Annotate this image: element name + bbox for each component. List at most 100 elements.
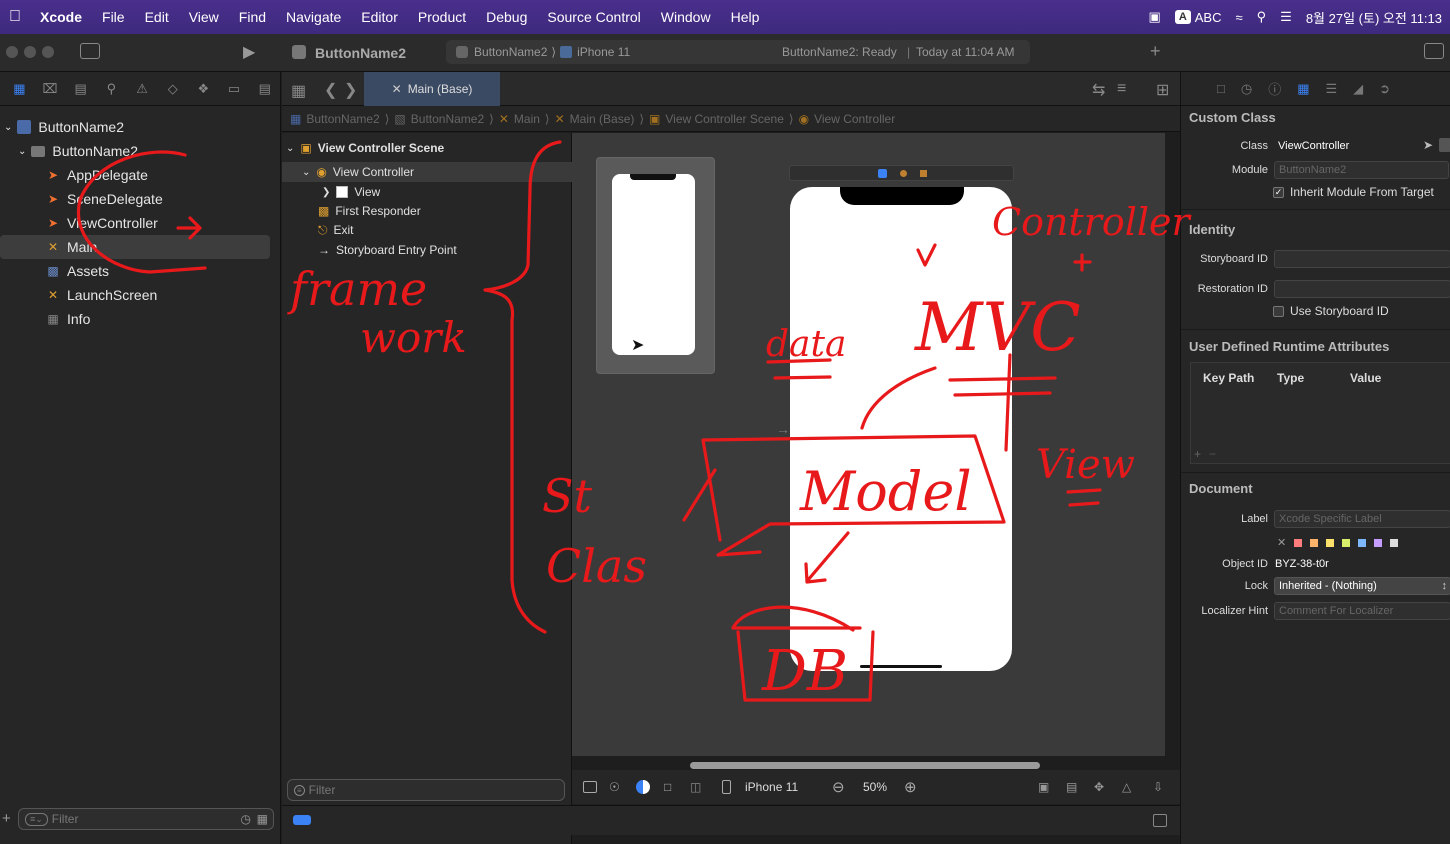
tree-file-assets[interactable]: ▩ Assets xyxy=(46,259,109,283)
view-controller-device[interactable] xyxy=(790,187,1012,671)
tree-file-launchscreen[interactable]: ✕ LaunchScreen xyxy=(46,283,157,307)
jump-item-scene[interactable]: View Controller Scene xyxy=(665,112,784,126)
adjust-editor-icon[interactable]: ⇆ xyxy=(1092,80,1105,100)
menu-clock[interactable]: 8월 27일 (토) 오전 11:13 xyxy=(1306,8,1442,27)
restoration-id-field[interactable] xyxy=(1274,280,1450,298)
label-color-swatch[interactable] xyxy=(1390,538,1399,547)
outline-view-controller[interactable]: ⌄ ◉ View Controller xyxy=(282,162,572,182)
menu-product[interactable]: Product xyxy=(408,9,476,25)
zoom-in-icon[interactable]: ⊕ xyxy=(904,778,917,796)
outline-filter-field[interactable]: ≡ Filter xyxy=(287,779,565,801)
runtime-attributes-table[interactable]: Key Path Type Value + − xyxy=(1190,362,1450,464)
add-attribute-icon[interactable]: + xyxy=(1194,447,1201,461)
orientation-icon[interactable]: □ xyxy=(664,780,671,794)
module-field[interactable]: ButtonName2 xyxy=(1274,161,1449,179)
class-dropdown-icon[interactable] xyxy=(1439,138,1450,152)
resolve-issues-icon[interactable]: △ xyxy=(1122,780,1131,794)
align-icon[interactable]: ▤ xyxy=(1066,780,1077,794)
tree-file-info[interactable]: ▦ Info xyxy=(46,307,90,331)
debug-area-toggle-icon[interactable] xyxy=(293,815,311,825)
symbol-navigator-icon[interactable]: ▤ xyxy=(65,81,96,97)
class-go-icon[interactable]: ➤ xyxy=(1423,138,1433,152)
menu-source-control[interactable]: Source Control xyxy=(537,9,650,25)
storyboard-id-field[interactable] xyxy=(1274,250,1450,268)
screen-recording-icon[interactable]: ▣ xyxy=(1149,9,1161,25)
outline-first-responder[interactable]: ▩ First Responder xyxy=(318,201,421,221)
jump-item-group[interactable]: ButtonName2 xyxy=(411,112,484,126)
help-inspector-icon[interactable]: ⓘ xyxy=(1268,79,1281,98)
menu-navigate[interactable]: Navigate xyxy=(276,9,351,25)
connections-inspector-icon[interactable]: ➲ xyxy=(1379,81,1390,97)
tree-project-root[interactable]: ⌄ ButtonName2 xyxy=(4,115,124,139)
dock-first-responder-icon[interactable] xyxy=(900,170,907,177)
back-button[interactable]: ❮ xyxy=(324,80,337,100)
menu-app-name[interactable]: Xcode xyxy=(30,9,92,25)
test-navigator-icon[interactable]: ◇ xyxy=(157,81,188,97)
tree-file-viewcontroller[interactable]: ➤ ViewController xyxy=(46,211,158,235)
outline-view[interactable]: ❯ View xyxy=(322,182,380,202)
source-control-filter-icon[interactable]: ▦ xyxy=(257,812,268,826)
menu-help[interactable]: Help xyxy=(721,9,770,25)
input-source[interactable]: A ABC xyxy=(1174,10,1222,25)
file-inspector-icon[interactable]: □ xyxy=(1217,81,1225,96)
scene-dock[interactable] xyxy=(789,165,1014,181)
lock-popup[interactable]: Inherited - (Nothing) ↕ xyxy=(1274,577,1450,595)
accessibility-icon[interactable]: ☉ xyxy=(609,780,620,794)
attributes-inspector-icon[interactable]: ☰ xyxy=(1326,81,1338,97)
col-key-path[interactable]: Key Path xyxy=(1203,371,1254,385)
label-color-swatch[interactable] xyxy=(1294,538,1303,547)
tab-main-base[interactable]: ✕ Main (Base) xyxy=(364,72,500,106)
device-selector[interactable]: iPhone 11 xyxy=(577,45,630,59)
debug-navigator-icon[interactable]: ❖ xyxy=(188,81,219,97)
forward-button[interactable]: ❯ xyxy=(344,80,357,100)
label-color-swatch[interactable] xyxy=(1358,538,1367,547)
navigator-filter-field[interactable]: ≡⌄ Filter ◷ ▦ xyxy=(18,808,274,830)
jump-item-vc[interactable]: View Controller xyxy=(814,112,895,126)
split-editor-icon[interactable]: ⊞ xyxy=(1156,80,1169,100)
dock-exit-icon[interactable] xyxy=(920,170,927,177)
appearance-icon[interactable] xyxy=(636,780,650,794)
minimize-window-button[interactable] xyxy=(24,46,36,58)
col-type[interactable]: Type xyxy=(1277,371,1304,385)
editor-options-icon[interactable]: ≡ xyxy=(1117,80,1126,98)
label-color-swatch[interactable] xyxy=(1342,538,1351,547)
tree-group[interactable]: ⌄ ButtonName2 xyxy=(18,139,138,163)
hide-debug-area-icon[interactable] xyxy=(1153,814,1167,827)
add-library-icon[interactable]: + xyxy=(1150,41,1161,62)
menu-file[interactable]: File xyxy=(92,9,135,25)
related-items-icon[interactable]: ▦ xyxy=(291,81,306,101)
outline-exit[interactable]: ⎋ Exit xyxy=(318,220,354,240)
control-center-icon[interactable]: ☰ xyxy=(1280,9,1292,25)
toggle-inspector-icon[interactable] xyxy=(1424,43,1444,59)
localizer-hint-field[interactable]: Comment For Localizer xyxy=(1274,602,1450,620)
menu-window[interactable]: Window xyxy=(651,9,721,25)
col-value[interactable]: Value xyxy=(1350,371,1381,385)
toggle-navigator-icon[interactable] xyxy=(80,43,100,59)
update-frames-icon[interactable]: ▣ xyxy=(1038,780,1049,794)
spotlight-search-icon[interactable]: ⚲ xyxy=(1257,9,1267,25)
identity-inspector-icon[interactable]: ▦ xyxy=(1297,81,1309,97)
outline-scene[interactable]: ⌄ ▣ View Controller Scene xyxy=(286,138,444,158)
add-file-icon[interactable]: + xyxy=(2,810,11,827)
storyboard-canvas[interactable]: ➤ → xyxy=(572,133,1165,756)
tree-file-scenedelegate[interactable]: ➤ SceneDelegate xyxy=(46,187,163,211)
menu-debug[interactable]: Debug xyxy=(476,9,537,25)
use-storyboard-id-checkbox[interactable]: Use Storyboard ID xyxy=(1273,304,1389,318)
zoom-level[interactable]: 50% xyxy=(863,780,887,794)
find-navigator-icon[interactable]: ⚲ xyxy=(96,81,127,97)
close-window-button[interactable] xyxy=(6,46,18,58)
source-control-icon[interactable]: ⌧ xyxy=(35,81,66,97)
run-button[interactable]: ▶ xyxy=(243,42,255,62)
label-color-swatch[interactable] xyxy=(1326,538,1335,547)
device-config-icon[interactable]: ◫ xyxy=(690,780,701,794)
outline-entry-point[interactable]: → Storyboard Entry Point xyxy=(318,240,457,260)
menu-view[interactable]: View xyxy=(179,9,229,25)
project-navigator-icon[interactable]: ▦ xyxy=(4,81,35,97)
size-inspector-icon[interactable]: ◢ xyxy=(1353,81,1363,97)
clear-label-color-icon[interactable]: ✕ xyxy=(1277,536,1286,549)
history-inspector-icon[interactable]: ◷ xyxy=(1241,81,1252,97)
scheme-selector[interactable]: ButtonName2 xyxy=(474,45,547,59)
remove-attribute-icon[interactable]: − xyxy=(1209,447,1216,461)
menu-editor[interactable]: Editor xyxy=(351,9,408,25)
menu-find[interactable]: Find xyxy=(229,9,276,25)
